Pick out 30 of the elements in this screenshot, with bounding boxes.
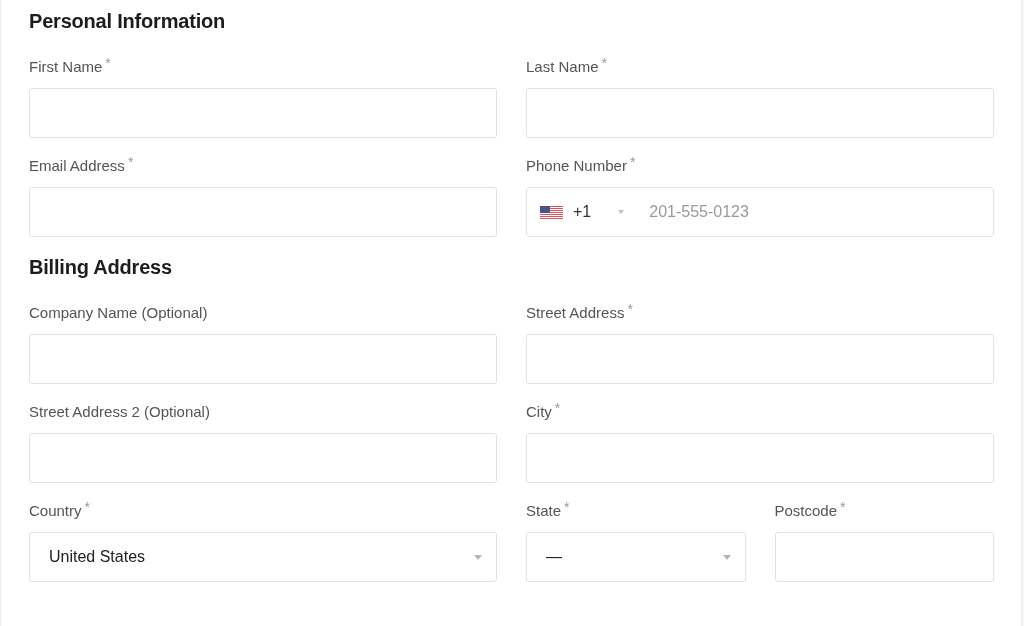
text-input[interactable] (526, 88, 994, 138)
field-label: Phone Number * (526, 156, 636, 176)
caret-icon (474, 554, 482, 560)
text-input[interactable] (526, 334, 994, 384)
phone-number-input[interactable]: 201-555-0123 (649, 197, 981, 227)
text-input[interactable] (29, 433, 497, 483)
field-label: First Name * (29, 57, 111, 77)
field-label: Country * (29, 501, 90, 521)
section-heading: Personal Information (29, 9, 226, 33)
field-label: Street Address * (526, 303, 633, 323)
phone-field[interactable]: +1 201-555-0123 (526, 187, 994, 237)
text-input[interactable] (526, 433, 994, 483)
text-input[interactable] (29, 187, 497, 237)
field-label: State * (526, 501, 570, 521)
text-input[interactable] (29, 88, 497, 138)
text-input[interactable] (774, 532, 994, 582)
us-flag-icon (540, 205, 563, 219)
text-input[interactable] (29, 334, 497, 384)
caret-icon (618, 210, 625, 214)
field-label: Street Address 2 (Optional) (29, 402, 210, 422)
field-label: Postcode * (774, 501, 846, 521)
field-label: Email Address * (29, 156, 134, 176)
dial-code-dropdown[interactable]: +1 (540, 197, 625, 227)
select-dropdown[interactable]: — (526, 532, 746, 582)
section-heading: Billing Address (29, 255, 172, 279)
field-label: Company Name (Optional) (29, 303, 208, 323)
field-label: City * (526, 402, 561, 422)
field-label: Last Name * (526, 57, 607, 77)
caret-icon (722, 554, 731, 560)
select-dropdown[interactable]: United States (29, 532, 497, 582)
